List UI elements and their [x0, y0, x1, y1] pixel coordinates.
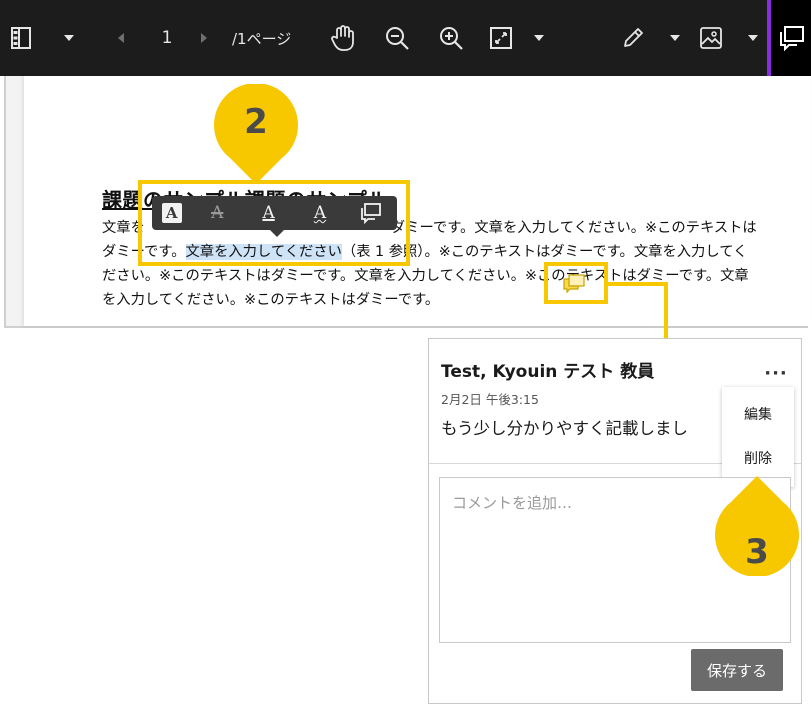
- zoom-out-icon[interactable]: [380, 0, 414, 76]
- chevron-down-icon[interactable]: [666, 0, 684, 76]
- zoom-in-icon[interactable]: [434, 0, 468, 76]
- save-button[interactable]: 保存する: [691, 649, 783, 691]
- comment-text: もう少し分かりやすく記載しまし: [441, 419, 689, 438]
- chevron-down-icon[interactable]: [744, 0, 762, 76]
- connector-line: [604, 282, 668, 286]
- more-options-button[interactable]: ···: [761, 361, 791, 385]
- callout-highlight-box-2: [138, 180, 410, 266]
- comment-icon: [777, 0, 807, 76]
- callout-number-3: 3: [745, 532, 769, 572]
- menu-item-edit[interactable]: 編集: [722, 397, 794, 431]
- comment-options-menu: 編集 削除: [722, 387, 794, 487]
- chevron-down-icon[interactable]: [60, 0, 78, 76]
- chevron-left-icon[interactable]: [112, 0, 130, 76]
- pencil-icon[interactable]: [618, 0, 648, 76]
- document-line-4: を入力してください。※このテキストはダミーです。: [102, 292, 440, 308]
- chevron-right-icon[interactable]: [196, 0, 212, 76]
- comment-input-placeholder: コメントを追加…: [452, 494, 573, 512]
- callout-number-2: 2: [244, 102, 268, 142]
- chevron-down-icon[interactable]: [530, 0, 548, 76]
- viewer-toolbar: 1 /1ページ: [0, 0, 811, 76]
- menu-item-delete[interactable]: 削除: [722, 441, 794, 475]
- comment-tool-button[interactable]: [767, 0, 811, 76]
- page-total-label: /1ページ: [232, 29, 292, 48]
- comment-marker-highlight-box: [544, 262, 608, 304]
- document-line-1-end: ダミーです。文章を入力してください。※このテキストは: [390, 220, 757, 236]
- pan-hand-icon[interactable]: [326, 0, 360, 76]
- fit-page-icon[interactable]: [486, 0, 516, 76]
- page-number-input[interactable]: 1: [156, 0, 178, 76]
- callout-badge-2: 2: [210, 84, 302, 184]
- image-stamp-icon[interactable]: [696, 0, 726, 76]
- comment-timestamp: 2月2日 午後3:15: [441, 392, 539, 407]
- comment-author: Test, Kyouin テスト 教員: [441, 362, 655, 382]
- callout-badge-3: 3: [711, 476, 803, 576]
- sidebar-toggle-icon[interactable]: [8, 0, 34, 76]
